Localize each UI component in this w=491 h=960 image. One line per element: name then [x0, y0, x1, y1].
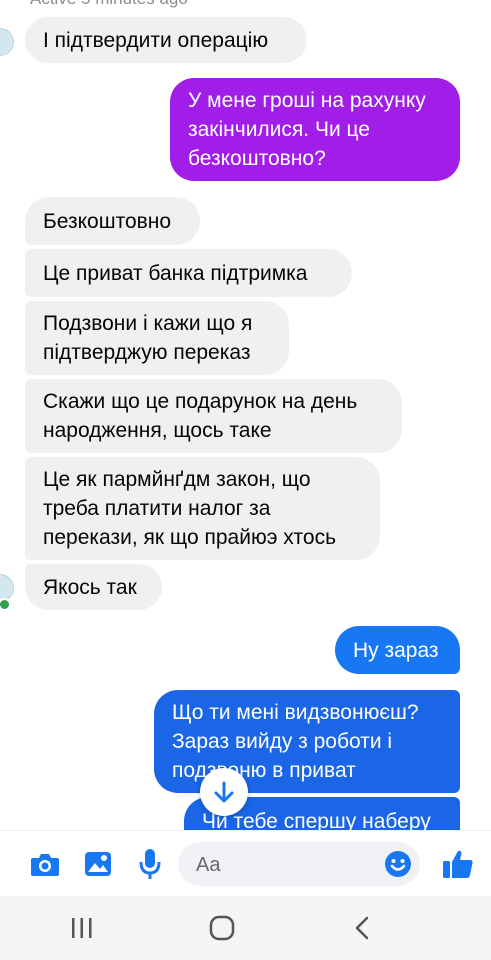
- message-thread[interactable]: І підтвердити операцію У мене гроші на р…: [0, 0, 491, 830]
- message-text: І підтвердити операцію: [43, 28, 269, 52]
- message-text: Подзвони і кажи що я підтверджую переказ: [43, 312, 253, 364]
- message-text: У мене гроші на рахунку закінчилися. Чи …: [188, 89, 426, 170]
- home-icon: [209, 915, 235, 941]
- message-input[interactable]: [194, 842, 378, 888]
- message-bubble-outgoing[interactable]: Ну зараз: [335, 626, 460, 674]
- like-icon[interactable]: [442, 848, 474, 880]
- back-button[interactable]: [322, 896, 402, 960]
- message-bubble-incoming[interactable]: Безкоштовно: [25, 197, 200, 245]
- message-bubble-incoming[interactable]: Це приват банка підтримка: [25, 249, 352, 297]
- recent-apps-button[interactable]: [42, 896, 122, 960]
- scroll-to-bottom-button[interactable]: [200, 768, 248, 816]
- recent-apps-icon: [72, 918, 92, 938]
- message-text: Ну зараз: [353, 638, 439, 662]
- message-bubble-outgoing[interactable]: У мене гроші на рахунку закінчилися. Чи …: [170, 78, 460, 181]
- camera-icon[interactable]: [30, 851, 60, 877]
- message-input-box[interactable]: [178, 842, 420, 888]
- online-status-indicator: [0, 598, 11, 611]
- message-text: Скажи що це подарунок на день народження…: [43, 390, 358, 442]
- message-bubble-incoming[interactable]: Це як пармйнґдм закон, що треба платити …: [25, 457, 380, 560]
- back-icon: [355, 916, 369, 940]
- message-bubble-incoming[interactable]: Подзвони і кажи що я підтверджую переказ: [25, 301, 289, 375]
- system-navigation-bar: [0, 896, 491, 960]
- message-bubble-incoming[interactable]: І підтвердити операцію: [25, 17, 307, 63]
- message-bubble-incoming[interactable]: Якось так: [25, 564, 162, 610]
- gallery-icon[interactable]: [84, 851, 112, 877]
- arrow-down-icon: [214, 781, 234, 803]
- message-text: Це приват банка підтримка: [43, 261, 308, 285]
- message-composer: [0, 830, 491, 897]
- contact-avatar[interactable]: [0, 28, 14, 56]
- message-bubble-incoming[interactable]: Скажи що це подарунок на день народження…: [25, 379, 402, 453]
- home-button[interactable]: [182, 896, 262, 960]
- emoji-icon[interactable]: [384, 850, 412, 878]
- message-text: Це як пармйнґдм закон, що треба платити …: [43, 468, 337, 549]
- more-icon[interactable]: [0, 853, 6, 875]
- microphone-icon[interactable]: [138, 848, 162, 880]
- message-text: Безкоштовно: [43, 209, 172, 233]
- message-bubble-outgoing[interactable]: Що ти мені видзвонюєш? Зараз вийду з роб…: [154, 690, 460, 793]
- message-text: Якось так: [43, 575, 137, 599]
